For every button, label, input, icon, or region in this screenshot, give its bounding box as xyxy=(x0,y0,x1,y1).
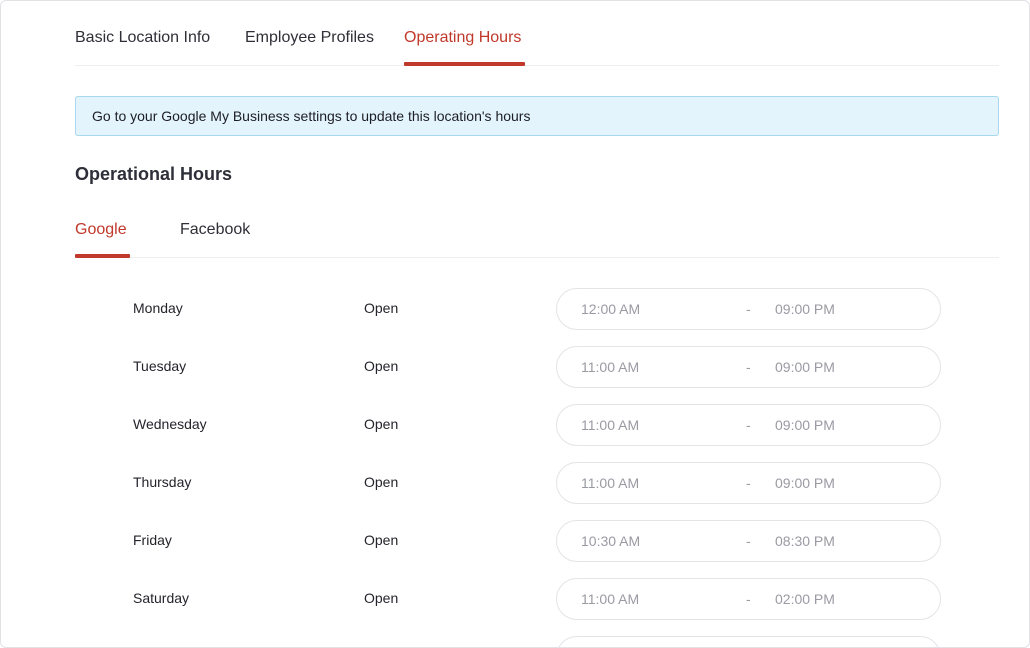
start-time[interactable]: 11:00 AM xyxy=(581,591,639,607)
end-time[interactable]: 09:00 PM xyxy=(775,475,835,491)
platform-tabs: Google Facebook xyxy=(75,201,999,258)
tab-operating-hours[interactable]: Operating Hours xyxy=(404,29,521,47)
settings-panel: Basic Location Info Employee Profiles Op… xyxy=(0,0,1030,648)
tab-google[interactable]: Google xyxy=(75,221,127,239)
hours-row-friday: Friday Open 10:30 AM - 08:30 PM xyxy=(1,520,1029,562)
day-label: Saturday xyxy=(133,590,190,606)
time-separator: - xyxy=(746,301,751,317)
tab-facebook[interactable]: Facebook xyxy=(180,221,250,239)
time-range-field[interactable] xyxy=(556,636,941,647)
hours-row-monday: Monday Open 12:00 AM - 09:00 PM xyxy=(1,288,1029,330)
time-range-field[interactable]: 11:00 AM - 09:00 PM xyxy=(556,404,941,446)
time-range-field[interactable]: 11:00 AM - 09:00 PM xyxy=(556,346,941,388)
open-status[interactable]: Open xyxy=(364,358,398,374)
google-my-business-notice: Go to your Google My Business settings t… xyxy=(75,96,999,136)
time-separator: - xyxy=(746,359,751,375)
open-status[interactable]: Open xyxy=(364,300,398,316)
active-subtab-indicator xyxy=(75,254,130,258)
open-status[interactable]: Open xyxy=(364,532,398,548)
time-separator: - xyxy=(746,475,751,491)
start-time[interactable]: 11:00 AM xyxy=(581,359,639,375)
time-separator: - xyxy=(746,533,751,549)
tab-basic-location-info[interactable]: Basic Location Info xyxy=(75,29,210,47)
start-time[interactable]: 11:00 AM xyxy=(581,417,639,433)
time-separator: - xyxy=(746,417,751,433)
hours-row-tuesday: Tuesday Open 11:00 AM - 09:00 PM xyxy=(1,346,1029,388)
day-label: Monday xyxy=(133,300,183,316)
time-separator: - xyxy=(746,591,751,607)
start-time[interactable]: 12:00 AM xyxy=(581,301,640,317)
time-range-field[interactable]: 11:00 AM - 02:00 PM xyxy=(556,578,941,620)
time-range-field[interactable]: 11:00 AM - 09:00 PM xyxy=(556,462,941,504)
hours-row-saturday: Saturday Open 11:00 AM - 02:00 PM xyxy=(1,578,1029,620)
end-time[interactable]: 09:00 PM xyxy=(775,359,835,375)
day-label: Tuesday xyxy=(133,358,187,374)
end-time[interactable]: 09:00 PM xyxy=(775,417,835,433)
time-range-field[interactable]: 12:00 AM - 09:00 PM xyxy=(556,288,941,330)
hours-row-thursday: Thursday Open 11:00 AM - 09:00 PM xyxy=(1,462,1029,504)
hours-row-wednesday: Wednesday Open 11:00 AM - 09:00 PM xyxy=(1,404,1029,446)
start-time[interactable]: 10:30 AM xyxy=(581,533,640,549)
active-tab-indicator xyxy=(404,62,525,66)
section-title: Operational Hours xyxy=(75,164,233,184)
day-label: Friday xyxy=(133,532,172,548)
start-time[interactable]: 11:00 AM xyxy=(581,475,639,491)
hours-row-partial xyxy=(1,636,1029,647)
open-status[interactable]: Open xyxy=(364,590,398,606)
end-time[interactable]: 08:30 PM xyxy=(775,533,835,549)
day-label: Thursday xyxy=(133,474,192,490)
time-range-field[interactable]: 10:30 AM - 08:30 PM xyxy=(556,520,941,562)
end-time[interactable]: 09:00 PM xyxy=(775,301,835,317)
location-tabs: Basic Location Info Employee Profiles Op… xyxy=(75,1,999,66)
tab-employee-profiles[interactable]: Employee Profiles xyxy=(245,29,374,47)
open-status[interactable]: Open xyxy=(364,416,398,432)
end-time[interactable]: 02:00 PM xyxy=(775,591,835,607)
open-status[interactable]: Open xyxy=(364,474,398,490)
day-label: Wednesday xyxy=(133,416,207,432)
